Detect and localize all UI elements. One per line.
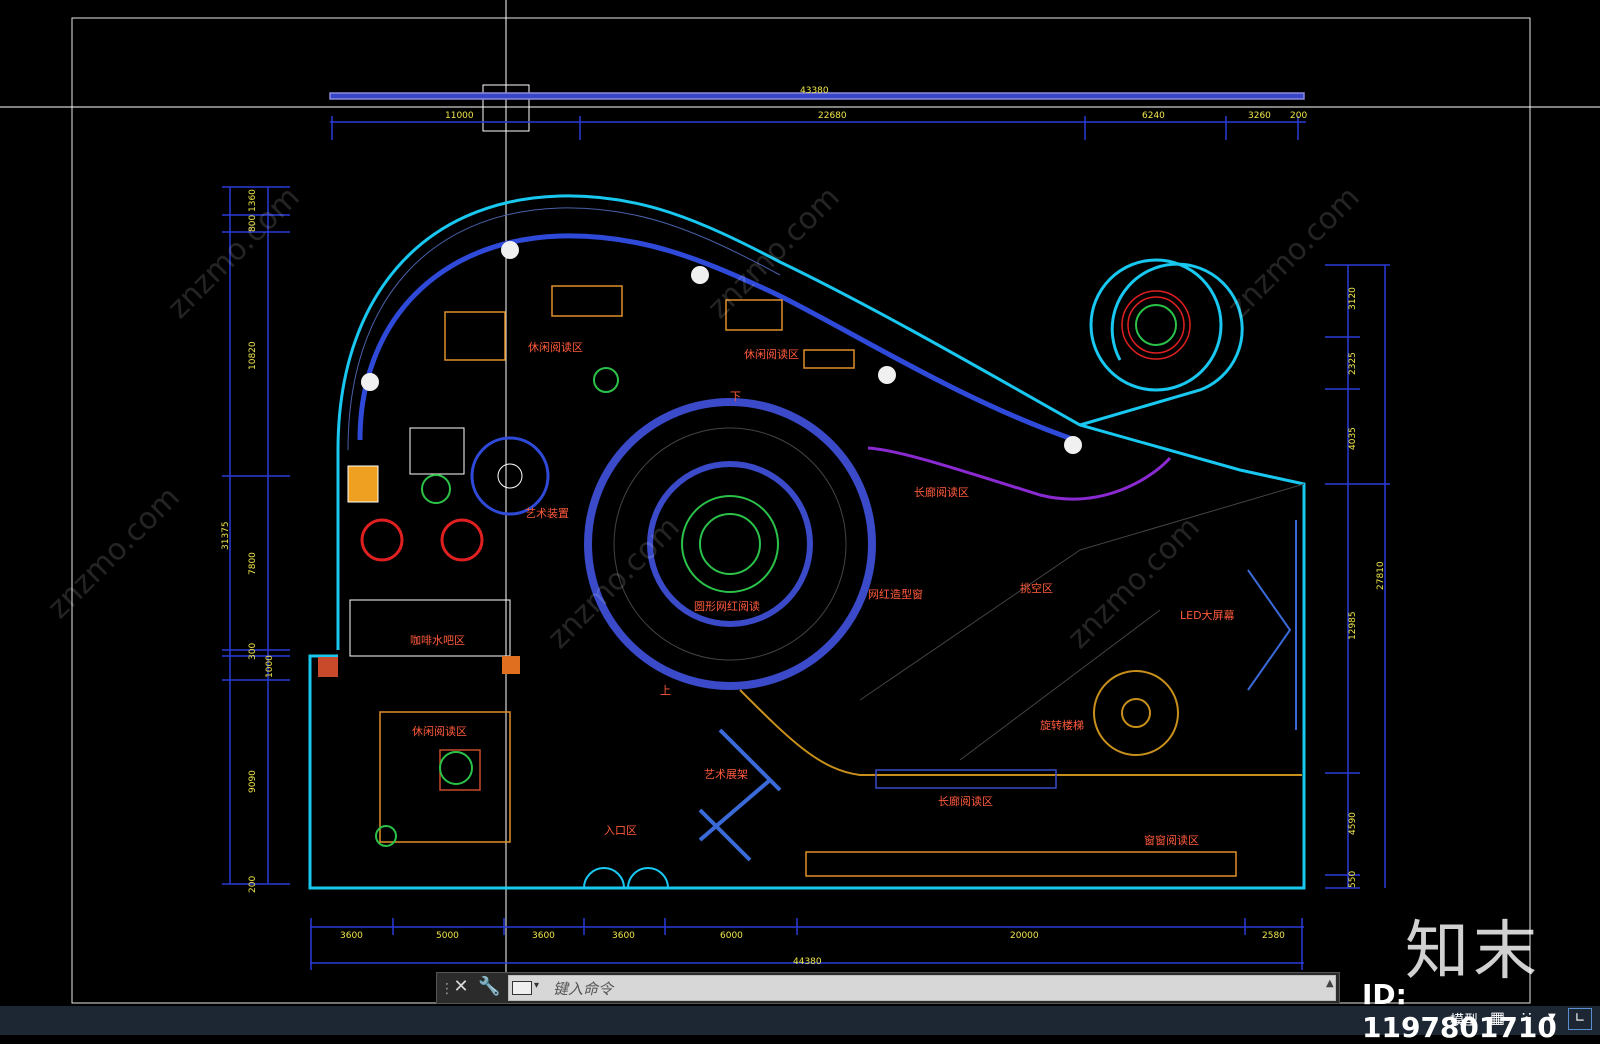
chevron-down-icon[interactable]: ▾ (534, 980, 539, 991)
dim-left-8: 200 (248, 876, 258, 893)
dim-left-4: 7800 (248, 552, 258, 575)
dim-right-4: 12985 (1348, 611, 1358, 640)
zone-long-corridor-bottom: 长廊阅读区 (938, 794, 993, 808)
dim-bottom-1: 3600 (340, 931, 363, 941)
dim-right-total: 27810 (1376, 561, 1386, 590)
cad-drawing-canvas[interactable]: 43380 11000 22680 6240 3260 200 800 1360… (0, 0, 1600, 1035)
close-icon[interactable]: ✕ (452, 976, 470, 998)
zone-leisure-reading-c: 休闲阅读区 (412, 724, 467, 738)
dim-top-1: 11000 (445, 111, 474, 121)
zone-leisure-reading-b: 休闲阅读区 (744, 347, 799, 361)
command-placeholder: 键入命令 (553, 980, 614, 998)
dim-left-7: 9090 (248, 770, 258, 793)
zone-art-installation: 艺术装置 (525, 507, 569, 520)
command-prompt-icon[interactable] (512, 981, 532, 995)
dim-bottom-6: 20000 (1010, 931, 1039, 941)
scroll-up-icon[interactable]: ▲ (1326, 978, 1336, 998)
dim-top-2: 22680 (818, 111, 847, 121)
command-input[interactable] (508, 975, 1336, 1001)
zone-entrance: 入口区 (604, 824, 637, 837)
dim-bottom-3: 3600 (532, 931, 555, 941)
watermark-id: ID: 1197801710 (1362, 978, 1557, 1044)
status-bar (0, 1006, 1600, 1035)
dim-right-6: 550 (1348, 871, 1358, 888)
zone-atrium: 挑空区 (1020, 581, 1053, 595)
dim-bottom-total: 44380 (793, 957, 822, 967)
dim-bottom-4: 3600 (612, 931, 635, 941)
grip-handle-icon[interactable]: ⋮ (440, 978, 454, 1000)
dim-top-5: 200 (1290, 111, 1307, 121)
dim-left-3: 10820 (248, 341, 258, 370)
dim-top-4: 3260 (1248, 111, 1271, 121)
dim-right-2: 2325 (1348, 352, 1358, 375)
stair-down-label: 下 (730, 390, 741, 403)
dim-overall-top: 43380 (800, 86, 829, 96)
dim-left-total: 31375 (221, 521, 231, 550)
zone-influencer-shape: 网红造型窗 (868, 587, 923, 601)
zone-long-corridor-top: 长廊阅读区 (914, 485, 969, 499)
dim-right-1: 3120 (1348, 287, 1358, 310)
wrench-icon[interactable]: 🔧 (478, 975, 500, 999)
dim-left-5: 300 (248, 643, 258, 660)
zone-art-shelf: 艺术展架 (704, 768, 748, 781)
dim-left-6: 1000 (265, 655, 275, 678)
zone-coffee-bar: 咖啡水吧区 (410, 633, 465, 647)
dim-bottom-5: 6000 (720, 931, 743, 941)
zone-window-reading: 窗窗阅读区 (1144, 833, 1199, 847)
dim-right-3: 4035 (1348, 427, 1358, 450)
dim-bottom-7: 2580 (1262, 931, 1285, 941)
zone-circular-reading: 圆形网红阅读 (694, 599, 760, 613)
stair-up-label: 上 (660, 684, 671, 697)
zone-leisure-reading-a: 休闲阅读区 (528, 340, 583, 354)
zone-led-screen: LED大屏幕 (1180, 608, 1235, 622)
dim-bottom-2: 5000 (436, 931, 459, 941)
zone-spiral-stair: 旋转楼梯 (1040, 718, 1084, 732)
dim-top-3: 6240 (1142, 111, 1165, 121)
dim-right-5: 4590 (1348, 812, 1358, 835)
